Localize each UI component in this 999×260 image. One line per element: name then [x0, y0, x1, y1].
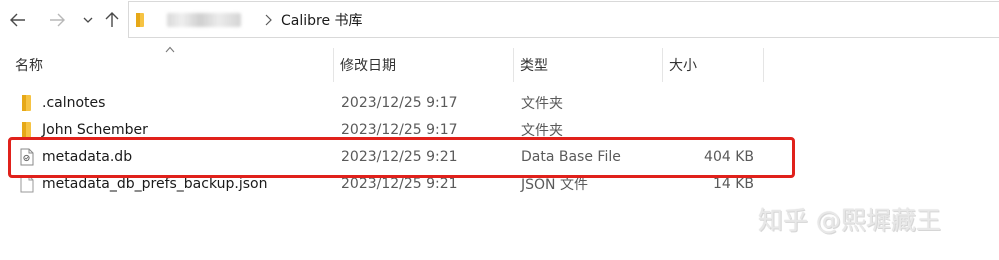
breadcrumb-current[interactable]: Calibre 书库 [281, 10, 363, 30]
arrow-up-icon [105, 12, 119, 27]
recent-locations-button[interactable] [76, 6, 100, 34]
file-size [664, 89, 754, 116]
column-size[interactable]: 大小 [663, 48, 763, 82]
column-divider[interactable] [763, 48, 764, 82]
highlight-annotation [8, 137, 795, 178]
arrow-right-icon [50, 13, 65, 27]
arrow-left-icon [10, 13, 25, 27]
blurred-path-segment [167, 12, 241, 27]
column-type[interactable]: 类型 [514, 48, 662, 82]
chevron-down-icon [83, 17, 93, 23]
address-bar[interactable]: Calibre 书库 [128, 1, 999, 38]
folder-icon [22, 94, 31, 111]
back-button[interactable] [6, 6, 30, 34]
column-modified-label: 修改日期 [340, 58, 396, 74]
column-type-label: 类型 [520, 58, 548, 74]
folder-icon [136, 12, 144, 27]
column-name[interactable]: 名称 [9, 48, 333, 82]
folder-icon-cell [18, 89, 36, 116]
file-type: 文件夹 [521, 95, 563, 112]
folder-icon [22, 121, 31, 138]
column-modified[interactable]: 修改日期 [334, 48, 513, 82]
navigation-bar: Calibre 书库 [0, 0, 999, 40]
file-modified: 2023/12/25 9:17 [341, 94, 458, 111]
column-header: 名称 修改日期 类型 大小 [0, 48, 999, 82]
file-row[interactable]: .calnotes 2023/12/25 9:17 文件夹 [0, 89, 999, 116]
forward-button[interactable] [45, 6, 69, 34]
up-button[interactable] [100, 6, 124, 34]
column-size-label: 大小 [669, 58, 697, 74]
chevron-right-icon[interactable] [263, 14, 273, 26]
column-name-label: 名称 [15, 58, 43, 74]
file-name: .calnotes [42, 94, 106, 111]
watermark: 知乎 @熙墀藏王 [758, 206, 941, 235]
